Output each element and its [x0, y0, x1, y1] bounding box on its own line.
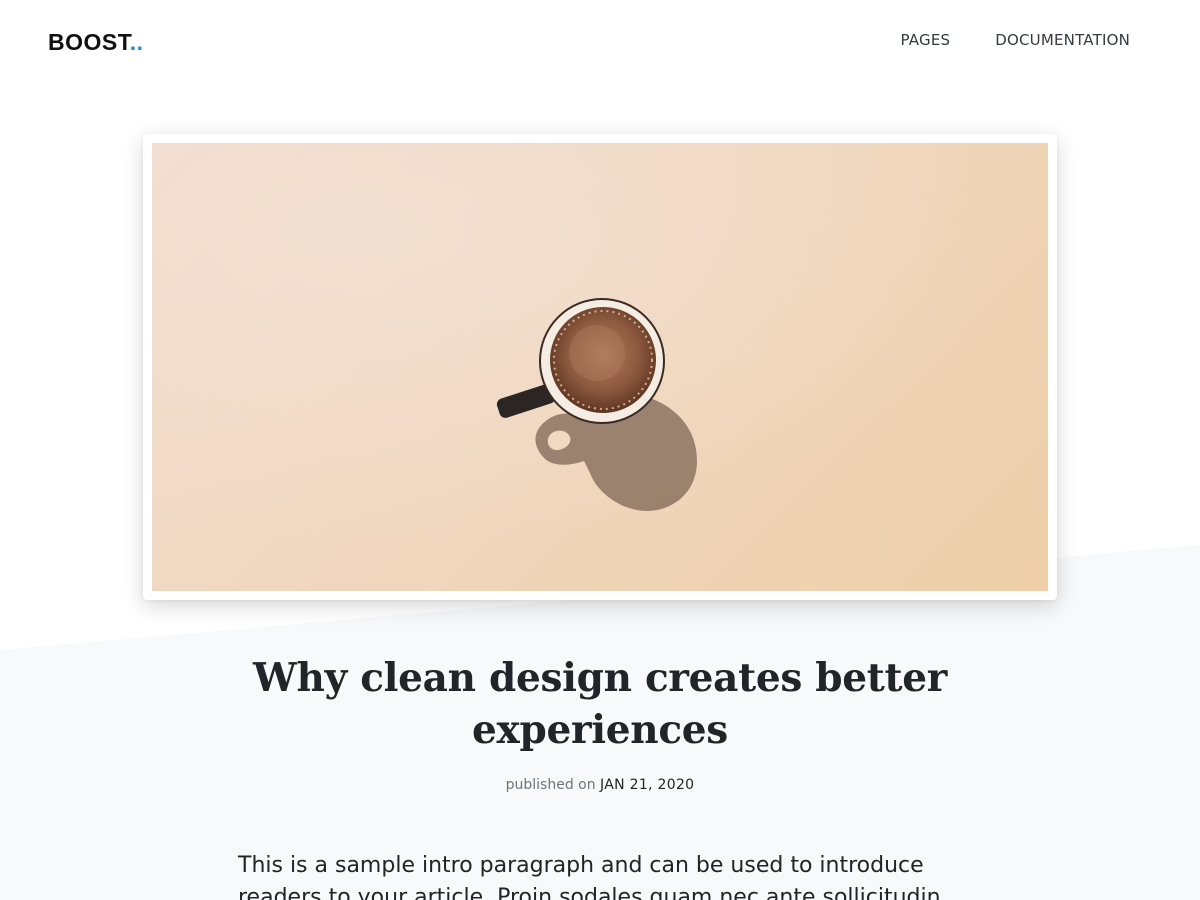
published-label: published on: [505, 777, 596, 793]
hero-image: [152, 143, 1048, 591]
nav-item-pages[interactable]: PAGES: [901, 30, 951, 50]
article-intro: This is a sample intro paragraph and can…: [238, 853, 941, 900]
hero-image-card: [143, 134, 1057, 600]
coffee-cup-photo: [152, 143, 1048, 591]
page: BOOST.. PAGES DOCUMENTATION Why clean de…: [0, 0, 1200, 900]
logo-link[interactable]: BOOST..: [48, 28, 144, 56]
published-date: JAN 21, 2020: [600, 777, 695, 793]
logo-dots: ..: [129, 29, 144, 55]
main-nav: PAGES DOCUMENTATION: [901, 30, 1130, 50]
logo-text: BOOST: [48, 29, 130, 55]
nav-item-documentation[interactable]: DOCUMENTATION: [995, 30, 1130, 50]
site-header: BOOST.. PAGES DOCUMENTATION: [0, 0, 1200, 84]
article-title: Why clean design creates better experien…: [253, 655, 947, 753]
article-meta: published on JAN 21, 2020: [300, 775, 900, 795]
